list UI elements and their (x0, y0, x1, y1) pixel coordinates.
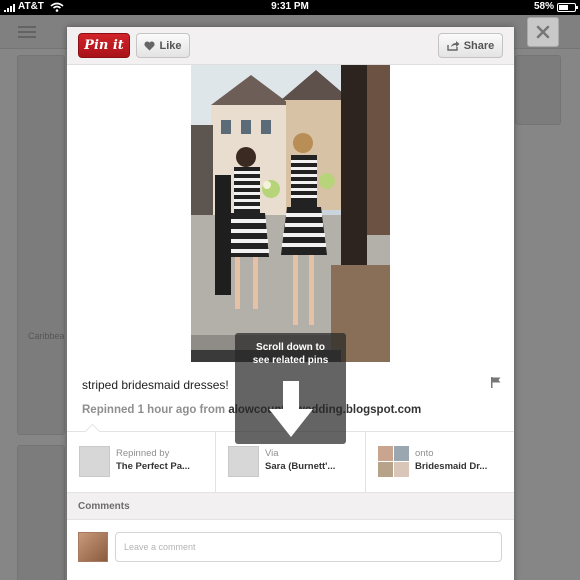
comment-input[interactable] (115, 532, 502, 562)
close-button[interactable] (527, 17, 559, 47)
attribution-label: onto (415, 448, 434, 459)
pin-it-button[interactable]: Pin it (78, 33, 130, 58)
share-label: Share (463, 39, 495, 52)
close-icon (536, 25, 550, 39)
attribution-label: Via (265, 448, 279, 459)
attribution-value: The Perfect Pa... (116, 461, 190, 472)
pin-image[interactable] (191, 65, 390, 362)
comments-heading: Comments (78, 501, 130, 512)
current-user-avatar (78, 532, 108, 562)
like-label: Like (159, 39, 182, 52)
user-avatar (79, 446, 110, 477)
like-button[interactable]: Like (136, 33, 190, 58)
arrow-down-icon (269, 381, 313, 437)
scroll-hint-line-1: Scroll down to (256, 342, 325, 353)
modal-header: Pin it Like Share (67, 27, 514, 65)
repinned-by-cell[interactable]: Repinned by The Perfect Pa... (67, 432, 215, 493)
battery-percent: 58% (533, 1, 554, 12)
battery-icon (557, 3, 578, 12)
user-avatar (228, 446, 259, 477)
scroll-hint-overlay: Scroll down to see related pins (235, 333, 346, 444)
board-thumbnail (378, 446, 409, 477)
attribution-label: Repinned by (116, 448, 170, 459)
clock: 9:31 PM (271, 1, 309, 12)
attribution-value: Bridesmaid Dr... (415, 461, 488, 472)
share-icon (447, 40, 460, 51)
heart-icon (144, 40, 156, 50)
board-cell[interactable]: onto Bridesmaid Dr... (365, 432, 514, 493)
share-button[interactable]: Share (438, 33, 503, 58)
status-bar: AT&T 9:31 PM 58% (0, 0, 580, 15)
scroll-hint-text: Scroll down to see related pins (235, 341, 346, 367)
pin-detail-modal: Pin it Like Share striped bridesmaid dre… (67, 27, 514, 580)
scroll-hint-line-2: see related pins (252, 355, 329, 366)
comments-header: Comments (67, 493, 514, 520)
comment-composer (67, 520, 514, 580)
repinned-prefix: Repinned 1 hour ago from (82, 404, 229, 416)
flag-icon[interactable] (491, 377, 501, 388)
attribution-value: Sara (Burnett'... (265, 461, 336, 472)
pin-it-label: Pin it (84, 38, 124, 53)
pin-description: striped bridesmaid dresses! (82, 378, 229, 392)
